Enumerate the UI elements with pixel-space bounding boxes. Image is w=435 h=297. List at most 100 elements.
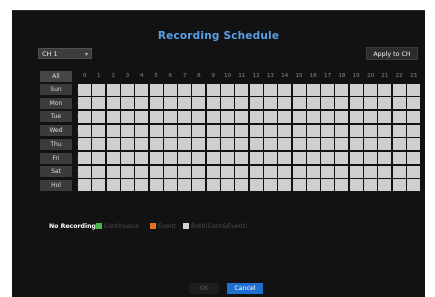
schedule-cell[interactable] — [106, 97, 120, 110]
schedule-cell[interactable] — [135, 152, 149, 164]
schedule-cell[interactable] — [349, 165, 363, 178]
schedule-cell[interactable] — [292, 97, 306, 110]
schedule-cell[interactable] — [364, 152, 377, 164]
schedule-cell[interactable] — [364, 97, 377, 110]
schedule-cell[interactable] — [135, 97, 149, 110]
hour-label[interactable]: 17 — [321, 71, 334, 82]
schedule-cell[interactable] — [235, 138, 249, 151]
schedule-cell[interactable] — [321, 110, 335, 123]
schedule-cell[interactable] — [392, 83, 406, 96]
schedule-cell[interactable] — [378, 110, 392, 123]
ok-button[interactable]: OK — [189, 283, 219, 294]
schedule-cell[interactable] — [263, 97, 277, 110]
schedule-cell[interactable] — [349, 110, 363, 123]
schedule-cell[interactable] — [206, 152, 220, 164]
schedule-cell[interactable] — [235, 165, 249, 178]
schedule-cell[interactable] — [235, 97, 249, 110]
schedule-cell[interactable] — [278, 110, 292, 123]
schedule-cell[interactable] — [235, 83, 249, 96]
schedule-cell[interactable] — [206, 138, 220, 151]
hour-label[interactable]: 9 — [207, 71, 220, 82]
schedule-cell[interactable] — [178, 124, 192, 137]
hour-label[interactable]: 4 — [135, 71, 148, 82]
schedule-cell[interactable] — [263, 138, 277, 151]
schedule-cell[interactable] — [135, 179, 149, 192]
hour-label[interactable]: 7 — [178, 71, 191, 82]
schedule-cell[interactable] — [149, 165, 163, 178]
schedule-cell[interactable] — [306, 165, 320, 178]
schedule-cell[interactable] — [92, 138, 106, 151]
schedule-cell[interactable] — [263, 152, 277, 164]
schedule-cell[interactable] — [192, 165, 206, 178]
schedule-cell[interactable] — [306, 152, 320, 164]
schedule-cell[interactable] — [163, 165, 177, 178]
schedule-cell[interactable] — [364, 179, 377, 192]
hour-label[interactable]: 3 — [121, 71, 134, 82]
schedule-cell[interactable] — [235, 110, 249, 123]
schedule-cell[interactable] — [106, 179, 120, 192]
schedule-cell[interactable] — [163, 152, 177, 164]
schedule-cell[interactable] — [392, 179, 406, 192]
schedule-cell[interactable] — [78, 83, 91, 96]
schedule-cell[interactable] — [78, 165, 91, 178]
schedule-cell[interactable] — [78, 179, 91, 192]
schedule-cell[interactable] — [278, 165, 292, 178]
schedule-cell[interactable] — [249, 138, 263, 151]
schedule-cell[interactable] — [321, 152, 335, 164]
schedule-cell[interactable] — [120, 165, 134, 178]
schedule-cell[interactable] — [106, 165, 120, 178]
schedule-cell[interactable] — [135, 83, 149, 96]
schedule-cell[interactable] — [192, 179, 206, 192]
schedule-cell[interactable] — [78, 138, 91, 151]
schedule-cell[interactable] — [235, 152, 249, 164]
schedule-cell[interactable] — [292, 179, 306, 192]
schedule-cell[interactable] — [349, 83, 363, 96]
schedule-cell[interactable] — [321, 138, 335, 151]
schedule-cell[interactable] — [263, 110, 277, 123]
schedule-cell[interactable] — [206, 83, 220, 96]
schedule-cell[interactable] — [178, 179, 192, 192]
schedule-cell[interactable] — [292, 83, 306, 96]
schedule-cell[interactable] — [406, 83, 420, 96]
hour-label[interactable]: 10 — [221, 71, 234, 82]
schedule-cell[interactable] — [178, 97, 192, 110]
schedule-cell[interactable] — [335, 124, 349, 137]
schedule-cell[interactable] — [120, 83, 134, 96]
schedule-cell[interactable] — [163, 83, 177, 96]
schedule-cell[interactable] — [221, 138, 234, 151]
schedule-cell[interactable] — [263, 179, 277, 192]
schedule-cell[interactable] — [92, 152, 106, 164]
schedule-cell[interactable] — [278, 83, 292, 96]
schedule-cell[interactable] — [178, 110, 192, 123]
schedule-cell[interactable] — [249, 165, 263, 178]
schedule-cell[interactable] — [249, 110, 263, 123]
schedule-cell[interactable] — [206, 124, 220, 137]
schedule-cell[interactable] — [92, 83, 106, 96]
schedule-cell[interactable] — [392, 152, 406, 164]
hour-label[interactable]: 1 — [92, 71, 105, 82]
schedule-cell[interactable] — [392, 97, 406, 110]
schedule-cell[interactable] — [235, 124, 249, 137]
schedule-cell[interactable] — [192, 110, 206, 123]
schedule-cell[interactable] — [406, 165, 420, 178]
schedule-cell[interactable] — [406, 179, 420, 192]
schedule-cell[interactable] — [249, 152, 263, 164]
hour-label[interactable]: 18 — [335, 71, 348, 82]
hour-label[interactable]: 6 — [164, 71, 177, 82]
schedule-cell[interactable] — [392, 124, 406, 137]
day-button[interactable]: Sat — [40, 166, 72, 178]
schedule-cell[interactable] — [163, 110, 177, 123]
schedule-cell[interactable] — [335, 152, 349, 164]
schedule-cell[interactable] — [306, 83, 320, 96]
schedule-cell[interactable] — [292, 138, 306, 151]
schedule-cell[interactable] — [278, 138, 292, 151]
schedule-cell[interactable] — [206, 179, 220, 192]
schedule-cell[interactable] — [378, 179, 392, 192]
schedule-cell[interactable] — [135, 138, 149, 151]
schedule-cell[interactable] — [92, 110, 106, 123]
schedule-cell[interactable] — [78, 152, 91, 164]
schedule-cell[interactable] — [335, 97, 349, 110]
schedule-cell[interactable] — [406, 97, 420, 110]
schedule-cell[interactable] — [206, 165, 220, 178]
schedule-cell[interactable] — [92, 97, 106, 110]
